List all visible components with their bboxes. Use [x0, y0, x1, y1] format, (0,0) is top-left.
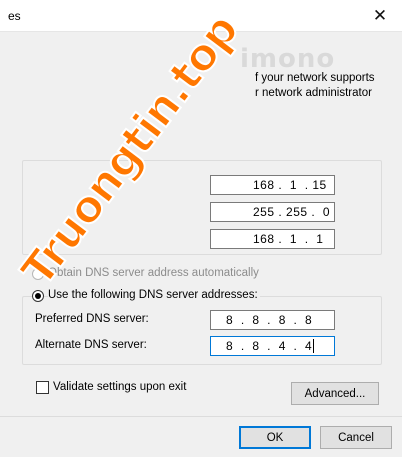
default-gateway-value: 168 . 1 . 1 [253, 232, 324, 246]
use-following-dns-label: Use the following DNS server addresses: [48, 289, 260, 301]
intro-line-1: f your network supports [255, 72, 375, 84]
text-caret [313, 339, 315, 353]
footer-divider [0, 416, 402, 417]
use-following-dns-radio[interactable] [32, 290, 44, 302]
alternate-dns-label: Alternate DNS server: [35, 339, 147, 351]
close-icon[interactable]: ✕ [358, 0, 402, 31]
advanced-button[interactable]: Advanced... [291, 382, 379, 405]
window-title: es [8, 9, 21, 23]
validate-label: Validate settings upon exit [53, 381, 187, 393]
intro-line-2: r network administrator [255, 87, 372, 99]
validate-checkbox[interactable] [36, 381, 49, 394]
faint-watermark: imono [240, 44, 336, 74]
obtain-dns-auto-radio[interactable] [32, 268, 44, 280]
title-bar: es ✕ [0, 0, 402, 32]
ip-address-field[interactable]: 168 . 1 . 15 [210, 175, 335, 195]
subnet-mask-field[interactable]: 255 . 255 . 0 [210, 202, 335, 222]
obtain-dns-auto-label: Obtain DNS server address automatically [48, 267, 259, 279]
preferred-dns-value: 8 . 8 . 8 . 8 [226, 313, 313, 327]
alternate-dns-value: 8 . 8 . 4 . 4 [226, 339, 313, 353]
preferred-dns-label: Preferred DNS server: [35, 313, 149, 325]
intro-text: f your network supports r network admini… [255, 71, 395, 101]
radio-selected-dot [35, 293, 41, 299]
preferred-dns-field[interactable]: 8 . 8 . 8 . 8 [210, 310, 335, 330]
cancel-button[interactable]: Cancel [320, 426, 392, 449]
ip-address-value: 168 . 1 . 15 [253, 178, 327, 192]
ok-button[interactable]: OK [239, 426, 311, 449]
subnet-mask-value: 255 . 255 . 0 [253, 205, 331, 219]
default-gateway-field[interactable]: 168 . 1 . 1 [210, 229, 335, 249]
alternate-dns-field[interactable]: 8 . 8 . 4 . 4 [210, 336, 335, 356]
